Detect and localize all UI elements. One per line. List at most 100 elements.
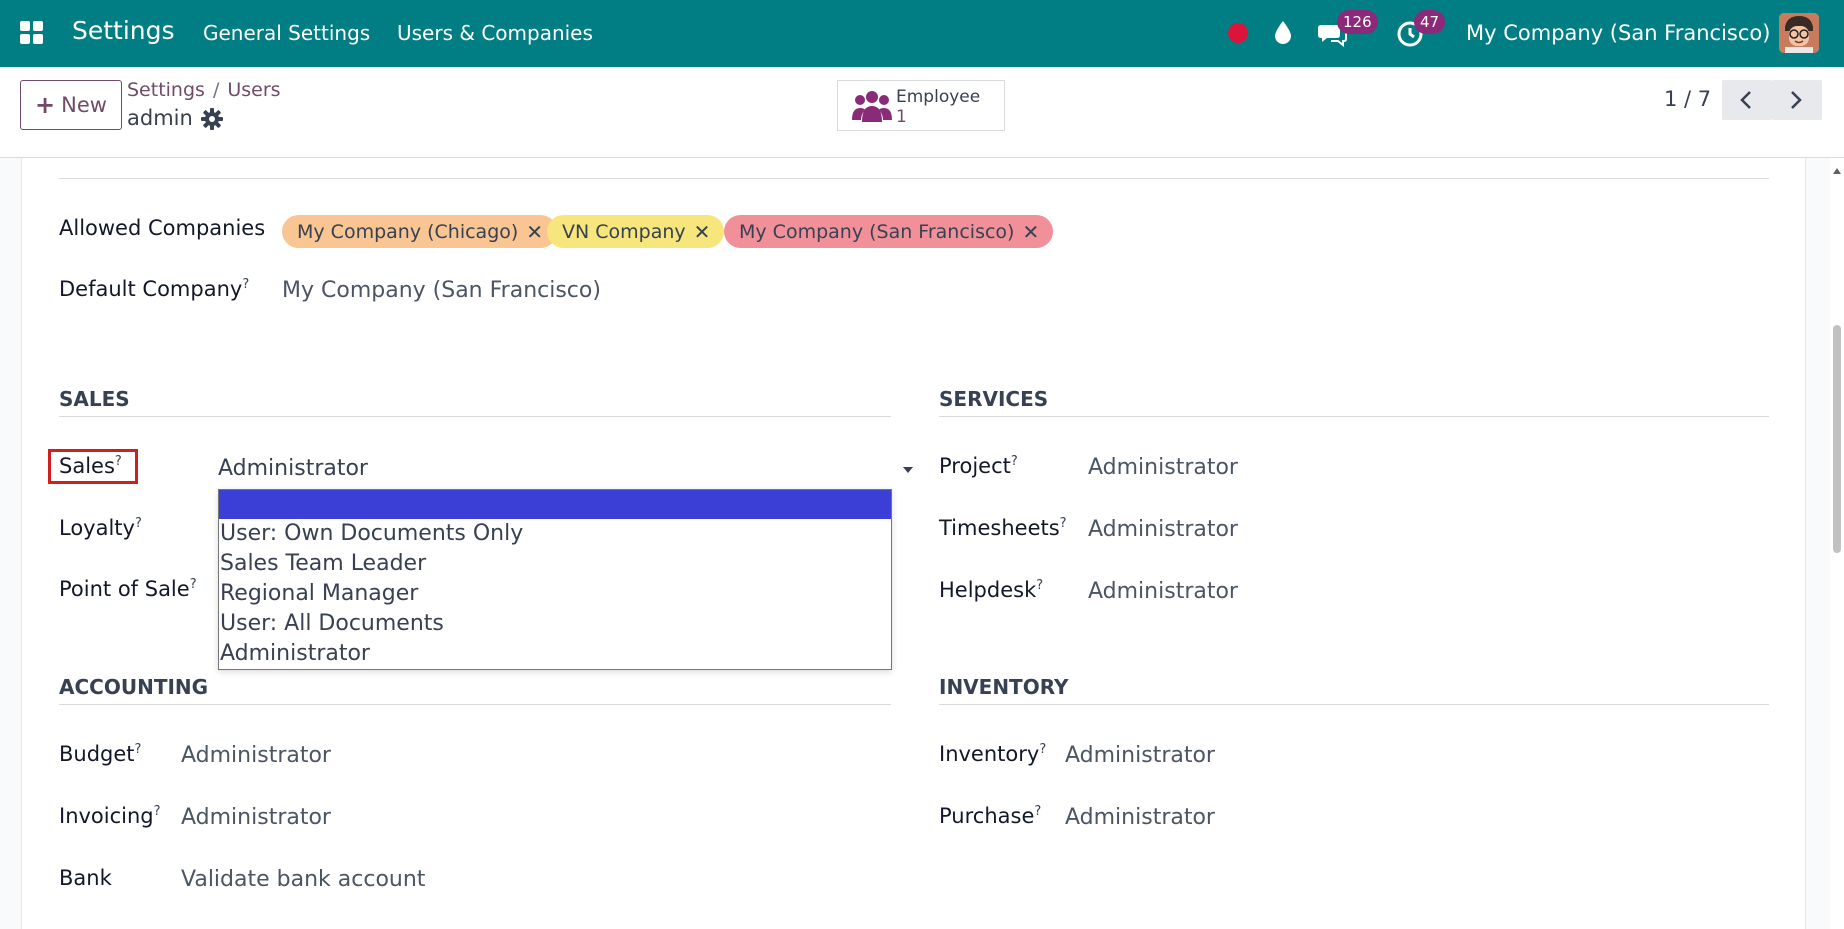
budget-label-text: Budget	[59, 742, 135, 766]
help-mark[interactable]: ?	[154, 804, 161, 819]
recording-icon[interactable]	[1228, 23, 1248, 43]
help-mark[interactable]: ?	[242, 277, 249, 292]
pager-previous-button[interactable]	[1722, 80, 1772, 120]
timesheets-label: Timesheets?	[939, 516, 1067, 540]
invoicing-value[interactable]: Administrator	[181, 805, 331, 830]
inventory-label: Inventory?	[939, 742, 1046, 766]
app-menu-icon[interactable]	[20, 21, 44, 45]
sales-section-title: SALES	[59, 387, 130, 411]
drop-icon[interactable]	[1272, 19, 1294, 45]
help-mark[interactable]: ?	[1034, 804, 1041, 819]
breadcrumb-settings[interactable]: Settings	[127, 79, 205, 101]
sales-label: Sales?	[59, 454, 122, 478]
chevron-right-icon	[1791, 91, 1802, 109]
sales-access-select[interactable]: Administrator	[218, 452, 913, 486]
inventory-label-text: Inventory	[939, 742, 1040, 766]
help-mark[interactable]: ?	[135, 742, 142, 757]
users-icon	[852, 91, 892, 122]
point-of-sale-label: Point of Sale?	[59, 577, 197, 601]
menu-general-settings[interactable]: General Settings	[203, 21, 370, 45]
project-value[interactable]: Administrator	[1088, 455, 1238, 480]
helpdesk-value[interactable]: Administrator	[1088, 579, 1238, 604]
top-navbar: Settings General Settings Users & Compan…	[0, 0, 1844, 67]
bank-value[interactable]: Validate bank account	[181, 867, 425, 892]
help-mark[interactable]: ?	[1039, 742, 1046, 757]
purchase-value[interactable]: Administrator	[1065, 805, 1215, 830]
project-label-text: Project	[939, 454, 1011, 478]
remove-tag-icon[interactable]: ✕	[1022, 220, 1039, 244]
tag-label: My Company (Chicago)	[297, 220, 519, 243]
sales-divider	[59, 416, 891, 417]
control-panel: + New Settings / Users admin Employee 1 …	[0, 67, 1844, 158]
help-mark[interactable]: ?	[1036, 578, 1043, 593]
multi-companies-divider	[59, 178, 1769, 179]
tag-my-company-san-francisco[interactable]: My Company (San Francisco) ✕	[724, 215, 1054, 248]
caret-down-icon	[903, 467, 913, 473]
purchase-label: Purchase?	[939, 804, 1041, 828]
pager-next-button[interactable]	[1772, 80, 1822, 120]
project-label: Project?	[939, 454, 1018, 478]
dropdown-option[interactable]: Administrator	[219, 639, 891, 669]
helpdesk-label-text: Helpdesk	[939, 578, 1037, 602]
scrollbar-thumb[interactable]	[1833, 325, 1841, 553]
dropdown-option[interactable]: User: All Documents	[219, 609, 891, 639]
bank-label: Bank	[59, 866, 112, 890]
default-company-label-text: Default Company	[59, 277, 243, 301]
scroll-up-icon[interactable]	[1833, 168, 1841, 174]
new-button[interactable]: + New	[20, 80, 122, 130]
tag-label: VN Company	[562, 220, 686, 243]
record-name: admin	[127, 106, 193, 130]
invoicing-label-text: Invoicing	[59, 804, 154, 828]
pager-value[interactable]: 1 / 7	[1664, 87, 1711, 111]
sales-access-dropdown: User: Own Documents Only Sales Team Lead…	[218, 489, 892, 670]
user-avatar[interactable]	[1779, 13, 1819, 53]
accounting-section-title: ACCOUNTING	[59, 675, 209, 699]
vertical-scrollbar[interactable]	[1830, 158, 1844, 929]
timesheets-label-text: Timesheets	[939, 516, 1060, 540]
chevron-left-icon	[1740, 91, 1751, 109]
breadcrumb-users[interactable]: Users	[227, 79, 280, 101]
chat-badge: 126	[1337, 10, 1378, 34]
company-switcher[interactable]: My Company (San Francisco)	[1466, 21, 1770, 45]
purchase-label-text: Purchase	[939, 804, 1035, 828]
loyalty-label: Loyalty?	[59, 516, 142, 540]
services-divider	[939, 416, 1769, 417]
accounting-divider	[59, 704, 891, 705]
dropdown-option[interactable]: Regional Manager	[219, 579, 891, 609]
point-of-sale-label-text: Point of Sale	[59, 577, 190, 601]
app-title[interactable]: Settings	[72, 16, 175, 45]
help-mark[interactable]: ?	[1060, 516, 1067, 531]
helpdesk-label: Helpdesk?	[939, 578, 1043, 602]
sales-access-value: Administrator	[218, 456, 368, 481]
breadcrumb-separator: /	[212, 79, 220, 101]
tag-my-company-chicago[interactable]: My Company (Chicago) ✕	[282, 215, 558, 248]
employee-smart-button[interactable]: Employee 1	[837, 80, 1005, 131]
inventory-section-title: INVENTORY	[939, 675, 1069, 699]
form-sheet: Allowed Companies My Company (Chicago) ✕…	[21, 158, 1806, 929]
timesheets-value[interactable]: Administrator	[1088, 517, 1238, 542]
loyalty-label-text: Loyalty	[59, 516, 135, 540]
activity-badge: 47	[1414, 10, 1446, 34]
help-mark[interactable]: ?	[115, 454, 122, 469]
tag-label: My Company (San Francisco)	[739, 220, 1015, 243]
help-mark[interactable]: ?	[190, 577, 197, 592]
remove-tag-icon[interactable]: ✕	[526, 220, 543, 244]
breadcrumb: Settings / Users	[127, 79, 281, 101]
plus-icon: +	[35, 91, 56, 119]
gear-icon[interactable]	[201, 108, 223, 130]
new-button-label: New	[61, 93, 107, 117]
default-company-value[interactable]: My Company (San Francisco)	[282, 278, 601, 303]
allowed-companies-label: Allowed Companies	[59, 216, 266, 240]
inventory-value[interactable]: Administrator	[1065, 743, 1215, 768]
tag-vn-company[interactable]: VN Company ✕	[547, 215, 725, 248]
dropdown-option-empty[interactable]	[219, 490, 891, 519]
remove-tag-icon[interactable]: ✕	[694, 220, 711, 244]
menu-users-companies[interactable]: Users & Companies	[397, 21, 593, 45]
dropdown-option[interactable]: User: Own Documents Only	[219, 519, 891, 549]
inventory-divider	[939, 704, 1769, 705]
employee-stat-value: 1	[896, 107, 907, 127]
help-mark[interactable]: ?	[1011, 454, 1018, 469]
budget-value[interactable]: Administrator	[181, 743, 331, 768]
help-mark[interactable]: ?	[135, 516, 142, 531]
dropdown-option[interactable]: Sales Team Leader	[219, 549, 891, 579]
